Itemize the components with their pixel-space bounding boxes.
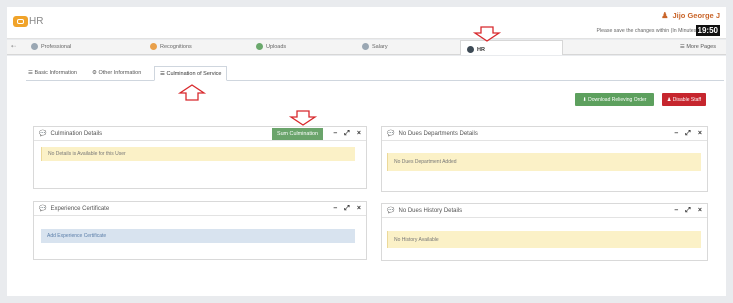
no-dues-departments-panel: 💬 No Dues Departments Details – ⤢ × No D… — [381, 126, 708, 192]
comments-icon: 💬 — [387, 208, 395, 214]
panel-header: 💬 No Dues History Details – ⤢ × — [382, 204, 707, 218]
no-dues-department-alert: No Dues Department Added — [387, 153, 701, 171]
sub-tab-bar: ☰ Basic Information ⚙ Other Information … — [26, 66, 724, 81]
minimize-icon[interactable]: – — [674, 207, 678, 215]
main-content: ☰ Basic Information ⚙ Other Information … — [7, 56, 726, 296]
tab-basic-information[interactable]: ☰ Basic Information — [28, 70, 77, 76]
comments-icon: 💬 — [387, 131, 395, 137]
professional-icon — [31, 43, 38, 50]
logo-text: HR — [29, 16, 44, 27]
user-name[interactable]: ♟ Jijo George J — [661, 11, 720, 20]
annotation-arrow-down-icon — [288, 110, 318, 126]
sum-culmination-button[interactable]: Sum Culmination — [272, 128, 323, 140]
logo-icon — [13, 16, 28, 27]
panel-title: No Dues History Details — [398, 207, 463, 214]
close-icon[interactable]: × — [698, 207, 702, 215]
hr-icon — [467, 46, 474, 53]
expand-icon[interactable]: ⤢ — [685, 130, 691, 138]
panel-title: Experience Certificate — [50, 205, 110, 212]
module-tab-bar: ⇠ Professional Recognitions Uploads Sala… — [7, 40, 726, 55]
tab-hr[interactable]: HR — [460, 40, 563, 55]
panel-header: 💬 No Dues Departments Details – ⤢ × — [382, 127, 707, 141]
save-message: Please save the changes within (In Minut… — [596, 28, 699, 34]
no-history-alert: No History Available — [387, 231, 701, 248]
disable-staff-button[interactable]: ♟ Disable Staff — [662, 93, 706, 106]
minimize-icon[interactable]: – — [333, 205, 337, 213]
experience-certificate-panel: 💬 Experience Certificate – ⤢ × Add Exper… — [33, 201, 367, 260]
expand-icon[interactable]: ⤢ — [344, 130, 350, 138]
annotation-arrow-down-icon — [472, 26, 502, 42]
recognitions-icon — [150, 43, 157, 50]
download-relieving-order-button[interactable]: ⬇ Download Relieving Order — [575, 93, 654, 106]
tab-uploads[interactable]: Uploads — [256, 43, 286, 50]
panel-header: 💬 Culmination Details Sum Culmination – … — [34, 127, 366, 141]
more-pages-link[interactable]: ☰ More Pages — [680, 44, 716, 50]
uploads-icon — [256, 43, 263, 50]
add-experience-certificate-link[interactable]: Add Experience Certificate — [41, 229, 355, 243]
tab-other-information[interactable]: ⚙ Other Information — [92, 70, 141, 76]
session-timer: 19:50 — [695, 25, 720, 36]
panel-title: No Dues Departments Details — [398, 130, 478, 137]
culmination-details-panel: 💬 Culmination Details Sum Culmination – … — [33, 126, 367, 189]
comments-icon: 💬 — [39, 131, 47, 137]
panel-header: 💬 Experience Certificate – ⤢ × — [34, 202, 366, 216]
panel-title: Culmination Details — [50, 130, 103, 137]
minimize-icon[interactable]: – — [333, 130, 337, 138]
no-dues-history-panel: 💬 No Dues History Details – ⤢ × No Histo… — [381, 203, 708, 261]
minimize-icon[interactable]: – — [674, 130, 678, 138]
close-icon[interactable]: × — [698, 130, 702, 138]
close-icon[interactable]: × — [357, 205, 361, 213]
comments-icon: 💬 — [39, 206, 47, 212]
culmination-empty-alert: No Details is Available for this User — [41, 147, 355, 161]
header-bar: HR ♟ Jijo George J Please save the change… — [7, 7, 726, 39]
app-logo[interactable]: HR — [13, 16, 43, 27]
expand-icon[interactable]: ⤢ — [685, 207, 691, 215]
tab-recognitions[interactable]: Recognitions — [150, 43, 192, 50]
back-arrow-icon[interactable]: ⇠ — [11, 43, 16, 50]
tab-culmination-of-service[interactable]: ☰ Culmination of Service — [154, 66, 227, 81]
tab-professional[interactable]: Professional — [31, 43, 71, 50]
user-icon: ♟ — [661, 11, 669, 20]
tab-salary[interactable]: Salary — [362, 43, 388, 50]
close-icon[interactable]: × — [357, 130, 361, 138]
salary-icon — [362, 43, 369, 50]
annotation-arrow-up-icon — [177, 84, 207, 101]
expand-icon[interactable]: ⤢ — [344, 205, 350, 213]
